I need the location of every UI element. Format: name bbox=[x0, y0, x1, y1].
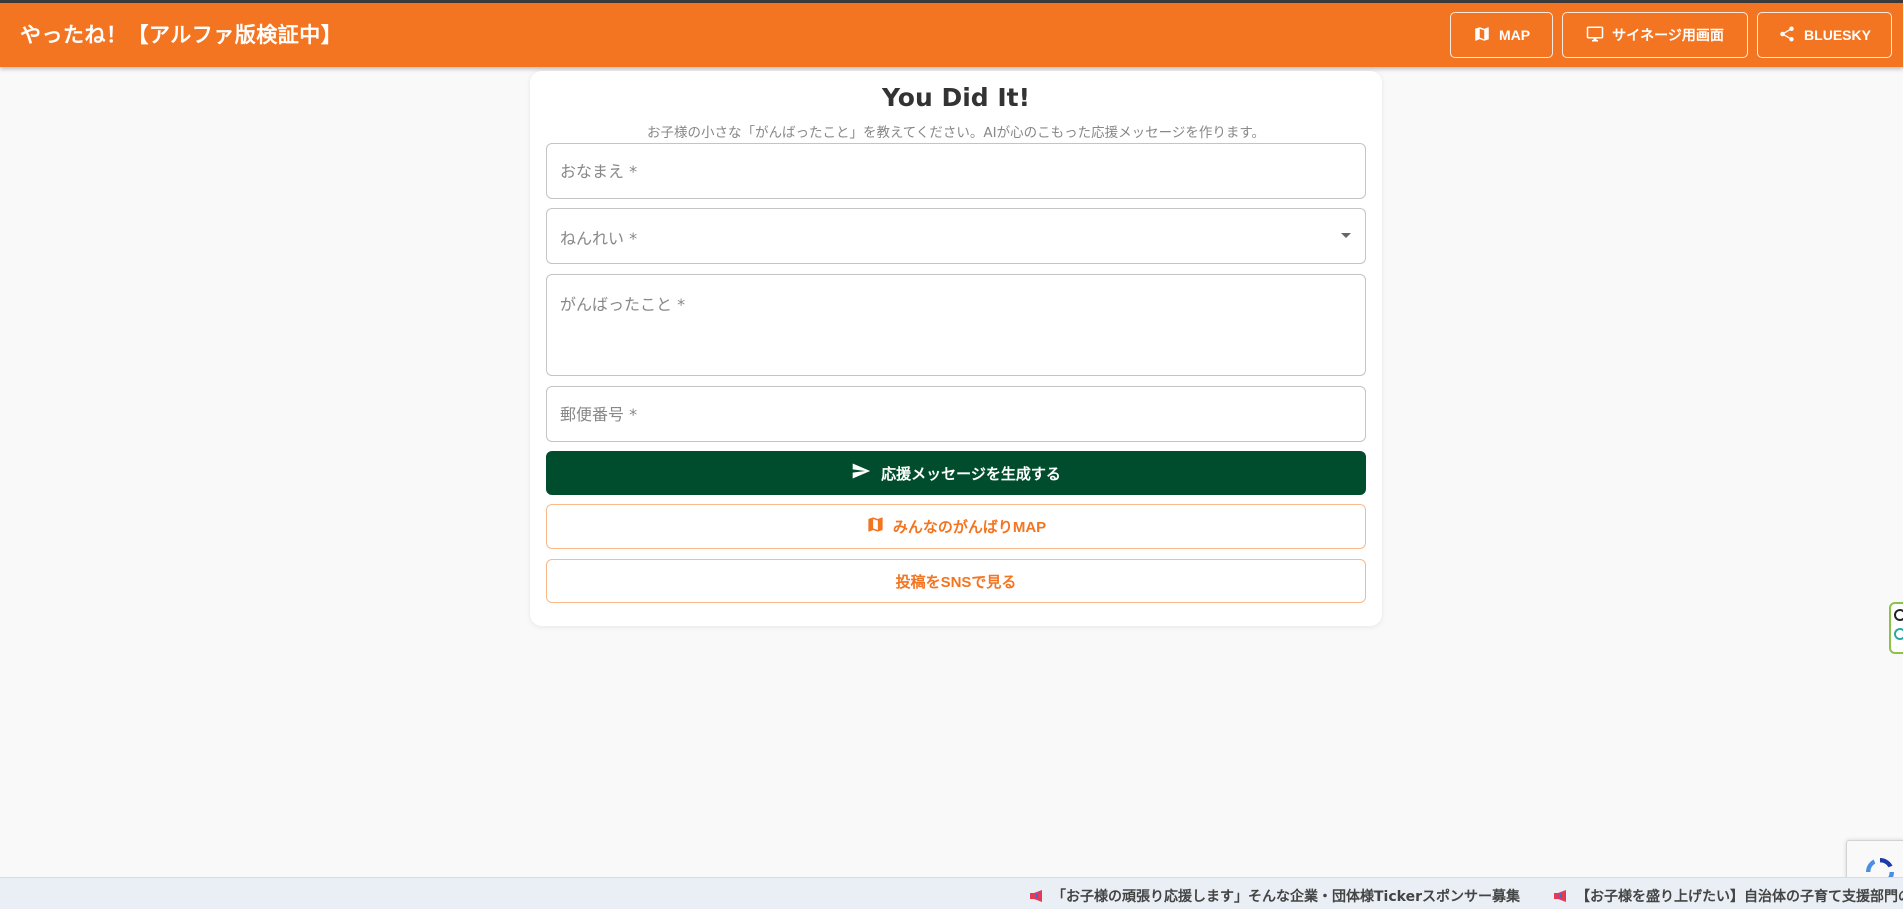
form-subtitle: お子様の小さな「がんばったこと」を教えてください。AIが心のこもった応援メッセー… bbox=[646, 125, 1265, 141]
ticker-item[interactable]: 【お子様を盛り上げたい】自治体の子育て支援部門の bbox=[1553, 886, 1903, 906]
nav-bluesky-button[interactable]: BLUESKY bbox=[1757, 12, 1892, 58]
share-icon bbox=[1778, 25, 1796, 46]
form-card: You Did It! お子様の小さな「がんばったこと」を教えてください。AIが… bbox=[530, 71, 1382, 626]
effort-field-container bbox=[546, 274, 1366, 376]
generate-message-label: 応援メッセージを生成する bbox=[881, 465, 1061, 483]
app-title[interactable]: やったね！【アルファ版検証中】 bbox=[20, 19, 342, 49]
zip-input[interactable] bbox=[547, 387, 1365, 441]
nav-map-label: MAP bbox=[1498, 27, 1531, 43]
zip-field-container bbox=[546, 386, 1366, 442]
widget-icon bbox=[1894, 628, 1903, 640]
nav-signage-label: サイネージ用画面 bbox=[1612, 27, 1724, 43]
monitor-icon bbox=[1586, 25, 1604, 46]
caret-down-icon bbox=[1341, 233, 1351, 238]
view-sns-button[interactable]: 投稿をSNSで見る bbox=[546, 559, 1366, 603]
ticker-track: 「お子様の頑張り応援します」そんな企業・団体様Tickerスポンサー募集 【お子… bbox=[1030, 886, 1903, 906]
form-title: You Did It! bbox=[881, 83, 1031, 112]
app-bar: やったね！【アルファ版検証中】 MAP サイネージ用画面 BLUESKY bbox=[0, 3, 1903, 67]
send-icon bbox=[851, 461, 871, 485]
ticker-text: 「お子様の頑張り応援します」そんな企業・団体様Tickerスポンサー募集 bbox=[1052, 889, 1520, 905]
map-icon bbox=[866, 515, 885, 538]
map-icon bbox=[1473, 25, 1491, 46]
everyone-map-button[interactable]: みんなのがんばりMAP bbox=[546, 504, 1366, 549]
ticker-item[interactable]: 「お子様の頑張り応援します」そんな企業・団体様Tickerスポンサー募集 bbox=[1030, 886, 1520, 906]
name-field-container bbox=[546, 143, 1366, 199]
view-sns-label: 投稿をSNSで見る bbox=[895, 573, 1017, 591]
name-input[interactable] bbox=[547, 144, 1365, 198]
ticker-text: 【お子様を盛り上げたい】自治体の子育て支援部門の bbox=[1575, 889, 1903, 905]
sponsor-ticker: 「お子様の頑張り応援します」そんな企業・団体様Tickerスポンサー募集 【お子… bbox=[0, 877, 1903, 909]
age-select-label: ねんれい * bbox=[560, 229, 638, 248]
age-select[interactable]: ねんれい * bbox=[546, 208, 1366, 264]
nav-bluesky-label: BLUESKY bbox=[1804, 27, 1871, 43]
side-widget[interactable] bbox=[1889, 602, 1903, 654]
megaphone-icon bbox=[1030, 890, 1042, 902]
everyone-map-label: みんなのがんばりMAP bbox=[892, 519, 1047, 536]
nav-signage-button[interactable]: サイネージ用画面 bbox=[1562, 12, 1748, 58]
close-icon bbox=[1894, 609, 1903, 621]
nav-map-button[interactable]: MAP bbox=[1450, 12, 1553, 58]
generate-message-button[interactable]: 応援メッセージを生成する bbox=[546, 451, 1366, 495]
megaphone-icon bbox=[1553, 890, 1566, 902]
effort-textarea[interactable] bbox=[547, 275, 1365, 375]
